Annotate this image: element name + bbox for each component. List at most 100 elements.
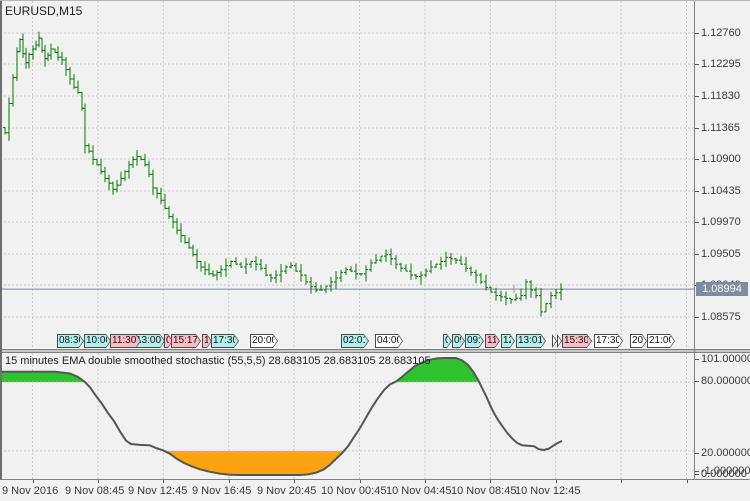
- time-tag-fill: [553, 335, 556, 347]
- price-axis-label: 1.12295: [701, 58, 741, 70]
- time-tag-label: 21:00: [649, 335, 671, 347]
- time-axis-label: 10 Nov 04:45: [386, 485, 451, 497]
- time-tag[interactable]: 15:30: [562, 334, 592, 348]
- price-axis-label: 1.12760: [701, 27, 741, 39]
- price-scale-tick: [695, 254, 699, 255]
- time-tag-label: 02:01: [343, 335, 365, 347]
- time-tag[interactable]: 11:30: [110, 334, 141, 348]
- indicator-axis-label: 80.000000: [701, 375, 750, 387]
- time-axis-label: 10 Nov 12:45: [515, 485, 580, 497]
- time-tag-label: 08:30: [59, 335, 80, 347]
- indicator-scale-tick: [695, 381, 699, 382]
- time-tag-label: 11:: [487, 335, 496, 347]
- time-tag-label: 12:: [503, 335, 511, 347]
- time-axis[interactable]: 9 Nov 2016 9 Nov 08:45 9 Nov 12:45 9 Nov 16…: [0, 479, 750, 501]
- indicator-scale-tick: [695, 474, 699, 475]
- time-tag-label: 10:00: [86, 335, 107, 347]
- time-tag-label: 0: [166, 335, 169, 347]
- time-axis-tick: [294, 480, 295, 483]
- time-tag[interactable]: 20:: [630, 334, 647, 348]
- time-tag[interactable]: [552, 334, 557, 348]
- time-tag[interactable]: [557, 334, 562, 348]
- indicator-scale-tick: [695, 359, 699, 360]
- time-tag[interactable]: 0: [443, 334, 452, 348]
- price-scale-tick: [695, 191, 699, 192]
- time-tag[interactable]: 21:00: [647, 334, 675, 348]
- time-tag[interactable]: 09:4: [465, 334, 484, 348]
- indicator-level-lines: [0, 382, 694, 451]
- time-tag[interactable]: 17:30: [594, 334, 623, 348]
- time-tag[interactable]: 20:00: [250, 334, 278, 348]
- price-axis-label: 1.09970: [701, 216, 741, 228]
- time-tag[interactable]: 17:30: [211, 334, 239, 348]
- time-tag-label: 17:30: [596, 335, 619, 347]
- price-chart-area[interactable]: EURUSD,M15 08:3010:0013:0011:30015:17117…: [0, 1, 694, 349]
- time-tag[interactable]: 13:01: [516, 334, 546, 348]
- price-axis-label: 1.09505: [701, 248, 741, 260]
- time-tag[interactable]: 15:17: [171, 334, 201, 348]
- time-tag[interactable]: 1: [202, 334, 212, 348]
- time-tag-row: 08:3010:0013:0011:30015:17117:3020:0002:…: [0, 1, 694, 349]
- time-tag-label: 15:30: [564, 335, 588, 347]
- scale-divider-line: [694, 1, 695, 479]
- time-axis-label: 10 Nov 08:45: [451, 485, 516, 497]
- indicator-axis-label: 20.000000: [701, 447, 750, 459]
- time-axis-tick: [360, 480, 361, 483]
- chart-left-border: [0, 1, 2, 479]
- time-axis-label: 10 Nov 00:45: [321, 485, 386, 497]
- price-axis-label: 1.11830: [701, 90, 740, 102]
- time-tag-label: 20:00: [252, 335, 274, 347]
- indicator-scale[interactable]: 101.00000080.00000020.000000-1.0000000.0…: [695, 353, 750, 479]
- time-axis-label: 9 Nov 08:45: [65, 485, 124, 497]
- time-tag[interactable]: 02:01: [341, 334, 369, 348]
- price-axis-label: 1.10435: [701, 185, 741, 197]
- time-axis-tick: [98, 480, 99, 483]
- time-axis-tick: [33, 480, 34, 483]
- time-tag-label: 15:17: [173, 335, 197, 347]
- time-axis-tick: [425, 480, 426, 483]
- price-axis-label: 1.11365: [701, 122, 740, 134]
- time-axis-label: 9 Nov 2016: [2, 485, 58, 497]
- price-axis-label: 1.10900: [701, 153, 741, 165]
- time-tag-label: 20:: [632, 335, 643, 347]
- indicator-panel[interactable]: 15 minutes EMA double smoothed stochasti…: [0, 353, 694, 479]
- time-tag[interactable]: 09: [452, 334, 465, 348]
- time-axis-tick: [556, 480, 557, 483]
- mt-chart-window: EURUSD,M15 08:3010:0013:0011:30015:17117…: [0, 0, 750, 500]
- time-tag-label: 04:00: [377, 335, 399, 347]
- indicator-header-label: 15 minutes EMA double smoothed stochasti…: [5, 355, 431, 367]
- indicator-scale-tick: [695, 453, 699, 454]
- price-scale-tick: [695, 128, 699, 129]
- time-axis-tick: [621, 480, 622, 483]
- indicator-canvas[interactable]: [0, 353, 694, 479]
- price-axis-label: 1.08575: [701, 311, 741, 323]
- time-tag-label: 13:01: [518, 335, 542, 347]
- time-tag-label: 09: [454, 335, 461, 347]
- time-tag-label: 0: [445, 335, 448, 347]
- time-tag[interactable]: 12:: [501, 334, 515, 348]
- time-tag[interactable]: 10:00: [84, 334, 111, 348]
- time-axis-tick: [163, 480, 164, 483]
- time-axis-label: 9 Nov 12:45: [128, 485, 187, 497]
- price-scale-tick: [695, 64, 699, 65]
- time-tag-label: 09:4: [467, 335, 480, 347]
- time-axis-tick: [687, 480, 688, 483]
- price-scale-tick: [695, 222, 699, 223]
- time-tag-label: 17:30: [213, 335, 235, 347]
- time-axis-label: 9 Nov 16:45: [192, 485, 251, 497]
- indicator-axis-label: 101.000000: [701, 353, 750, 365]
- time-tag[interactable]: 08:30: [57, 334, 84, 348]
- price-scale[interactable]: 1.12760 1.12295 1.11830 1.11365 1.10900 1.104…: [695, 1, 750, 349]
- indicator-gridlines: [33, 353, 687, 479]
- time-tag-label: 1: [204, 335, 208, 347]
- time-tag[interactable]: 04:00: [375, 334, 403, 348]
- time-axis-tick: [229, 480, 230, 483]
- time-tag[interactable]: 11:: [485, 334, 500, 348]
- time-tag-fill: [558, 335, 561, 347]
- time-axis-tick: [490, 480, 491, 483]
- indicator-scale-tick: [695, 471, 699, 472]
- current-price-badge: 1.08994: [696, 282, 748, 296]
- time-axis-label: 9 Nov 20:45: [257, 485, 316, 497]
- price-scale-tick: [695, 96, 699, 97]
- price-scale-tick: [695, 33, 699, 34]
